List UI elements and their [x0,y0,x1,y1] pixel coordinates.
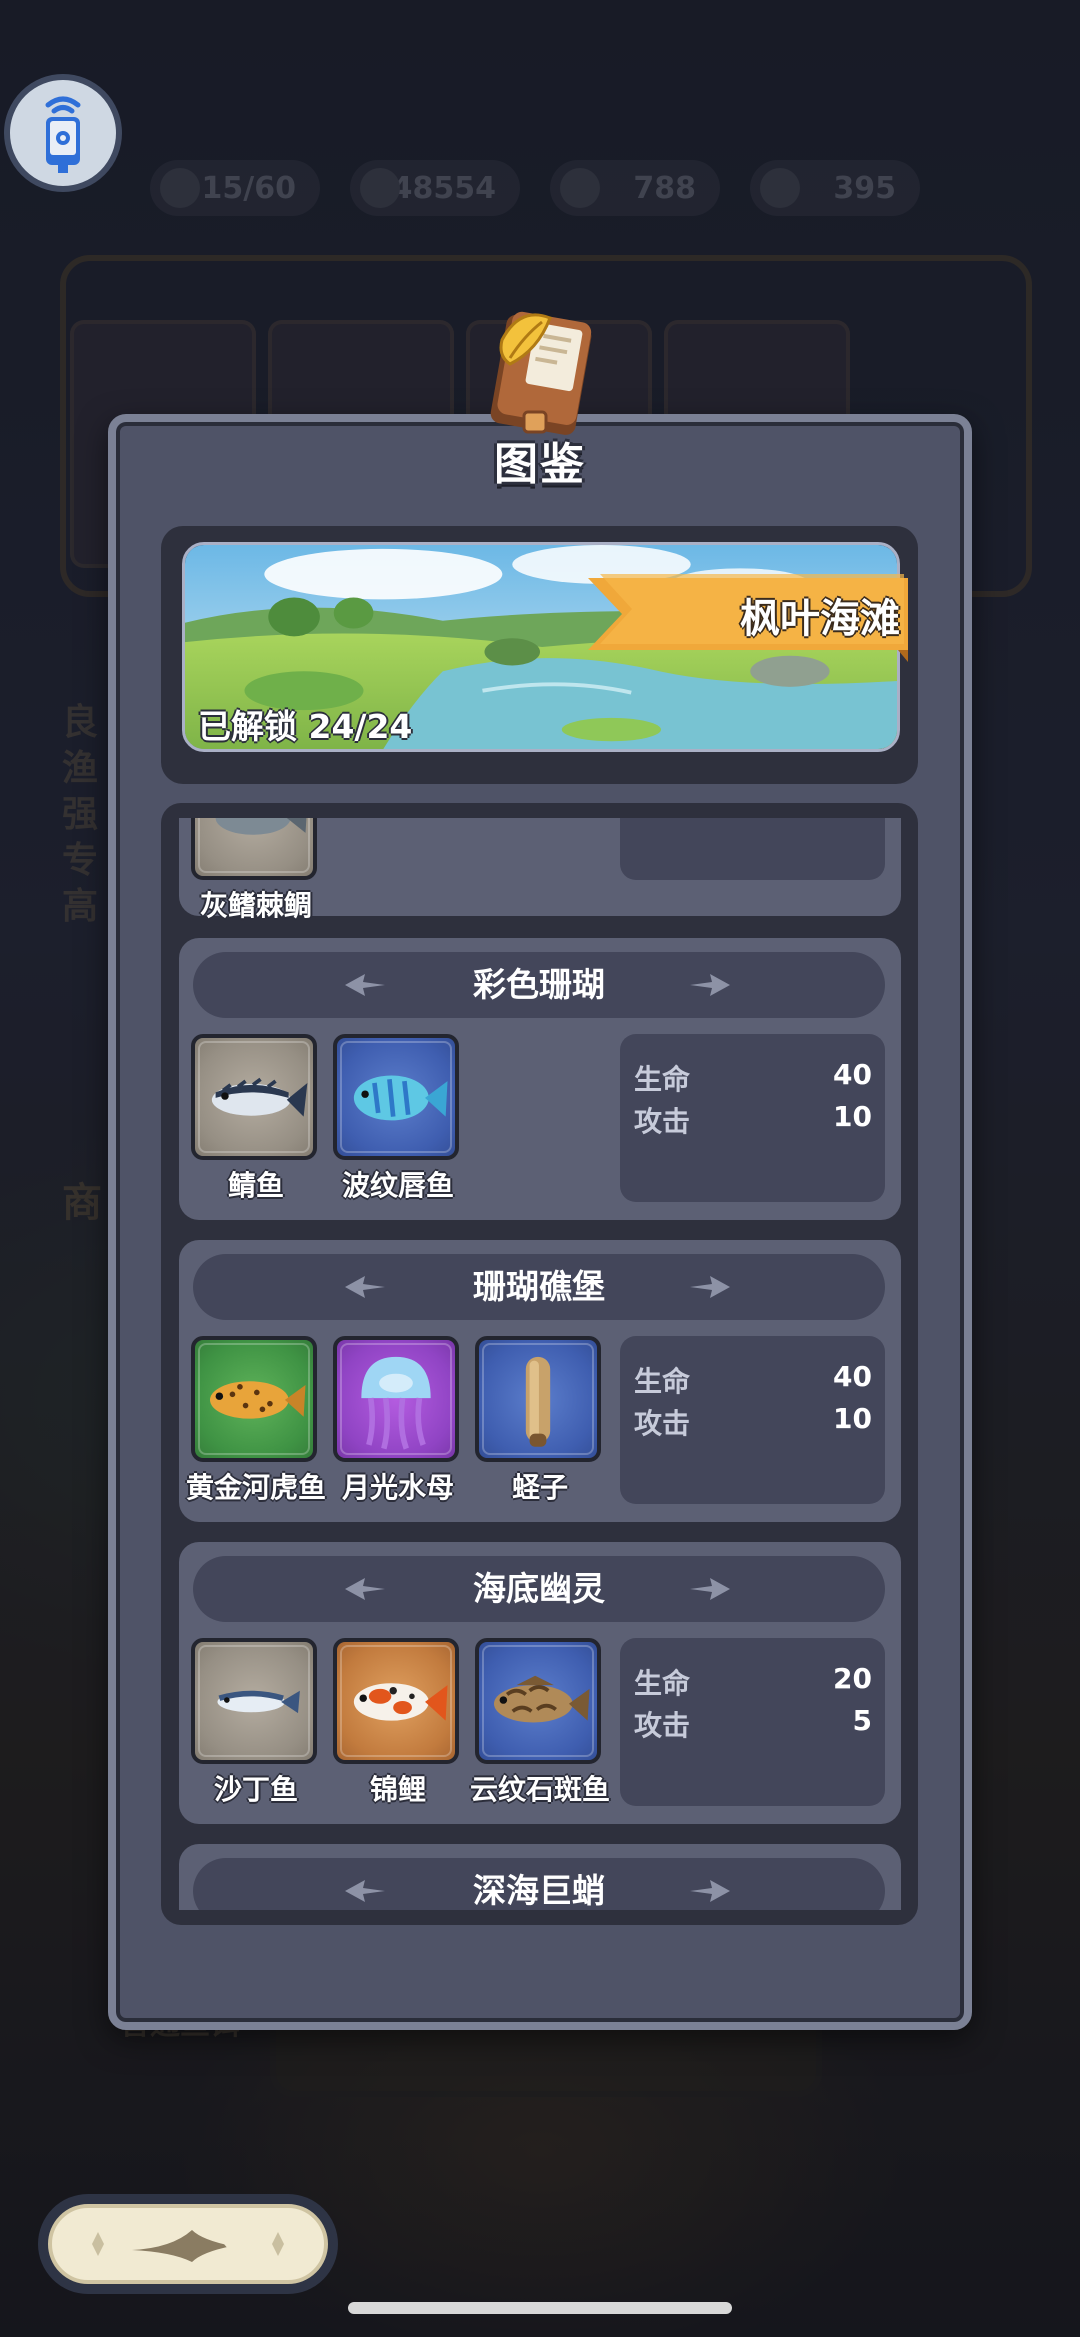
hp-stat: 生命 40 [634,1360,872,1398]
fishing-boat-icon [92,2230,284,2262]
group-stats-panel: 生命 40 攻击 10 [620,1034,885,1202]
attack-value: 10 [833,1100,872,1133]
fish-fin-icon [690,1276,730,1298]
mackerel-icon [211,1077,308,1117]
fish-entry[interactable]: 鲭鱼 [191,1034,321,1204]
fish-tile [191,818,317,880]
fish-entry[interactable]: 云纹石斑鱼 [470,1638,610,1808]
group-title-bar: 彩色珊瑚 [193,952,885,1018]
fish-group-card: 珊瑚礁堡 黄金河虎鱼 月光水母 蛏子 生命 40 攻击 10 [179,1240,901,1522]
fish-group-card: 彩色珊瑚 鲭鱼 波纹唇鱼 生命 40 攻击 10 [179,938,901,1220]
hp-stat: 生命 20 [634,1662,872,1700]
fish-entry[interactable]: 月光水母 [333,1336,463,1506]
fish-fin-icon [690,1578,730,1600]
koi-icon [353,1683,448,1721]
group-title-bar: 海底幽灵 [193,1556,885,1622]
fish-tile [333,1034,459,1160]
fish-group-card: 深海巨蛸 [179,1844,901,1910]
fish-tile [191,1034,317,1160]
fish-name: 黄金河虎鱼 [186,1471,327,1504]
fish-group-list-viewport[interactable]: 灰鳍棘鲷 彩色珊瑚 鲭鱼 波纹唇鱼 生命 40 攻击 10 珊瑚礁堡 黄金河虎鱼… [175,818,904,1910]
group-stats-panel [620,818,885,880]
attack-stat: 攻击 10 [634,1100,872,1138]
hp-value: 40 [833,1360,872,1393]
fish-tile [475,1638,601,1764]
encyclopedia-book-icon [490,311,592,435]
fish-entry[interactable]: 蛏子 [475,1336,605,1506]
fish-tile [333,1638,459,1764]
fish-group-card: 灰鳍棘鲷 [179,818,901,922]
fish-name: 锦鲤 [369,1773,426,1806]
fish-entry[interactable]: 黄金河虎鱼 [186,1336,326,1506]
fish-name: 蛏子 [511,1471,568,1504]
fish-entry[interactable]: 锦鲤 [333,1638,463,1808]
fish-name: 沙丁鱼 [213,1773,298,1806]
group-stats-panel: 生命 20 攻击 5 [620,1638,885,1806]
fish-name: 波纹唇鱼 [341,1169,454,1202]
grouper-icon [493,1675,590,1723]
fish-entry[interactable]: 沙丁鱼 [191,1638,321,1808]
attack-stat: 攻击 5 [634,1704,872,1742]
jellyfish-icon [361,1356,431,1450]
group-title-bar: 珊瑚礁堡 [193,1254,885,1320]
fish-tile [333,1336,459,1462]
group-title: 彩色珊瑚 [473,965,605,1004]
hp-value: 40 [833,1058,872,1091]
unlock-progress: 已解锁 24/24 [198,707,413,746]
fish-tile [475,1336,601,1462]
hp-value: 20 [833,1662,872,1695]
fishing-boat-button[interactable] [38,2194,338,2294]
group-title: 珊瑚礁堡 [473,1267,605,1306]
sardine-icon [217,1690,300,1714]
home-indicator[interactable] [348,2302,732,2314]
group-title: 海底幽灵 [473,1569,605,1608]
dialog-title: 图鉴 [494,439,586,490]
fish-entry[interactable]: 灰鳍棘鲷 [191,818,321,924]
group-title-bar: 深海巨蛸 [193,1858,885,1910]
fish-name: 月光水母 [341,1471,454,1504]
wrasse-icon [353,1075,448,1121]
group-title: 深海巨蛸 [473,1871,605,1910]
area-name: 枫叶海滩 [740,596,900,642]
phone-signal-icon [45,96,81,173]
fish-name: 云纹石斑鱼 [470,1773,611,1806]
fish-name: 灰鳍棘鲷 [199,889,312,922]
fish-name: 鲭鱼 [227,1169,284,1202]
fish-tile [191,1638,317,1764]
attack-value: 5 [852,1704,872,1737]
fish-tile [191,1336,317,1462]
golden-goby-icon [209,1381,306,1419]
fish-fin-icon [690,974,730,996]
avatar[interactable] [4,74,122,192]
razor-clam-icon [525,1356,551,1447]
fish-icon [215,818,307,835]
fish-fin-icon [345,1880,385,1902]
group-stats-panel: 生命 40 攻击 10 [620,1336,885,1504]
fish-group-card: 海底幽灵 沙丁鱼 锦鲤 云纹石斑鱼 生命 20 攻击 5 [179,1542,901,1824]
fish-fin-icon [345,1578,385,1600]
fish-fin-icon [345,974,385,996]
attack-value: 10 [833,1402,872,1435]
fish-fin-icon [345,1276,385,1298]
fish-entry[interactable]: 波纹唇鱼 [333,1034,463,1204]
hp-stat: 生命 40 [634,1058,872,1096]
fish-fin-icon [690,1880,730,1902]
attack-stat: 攻击 10 [634,1402,872,1440]
